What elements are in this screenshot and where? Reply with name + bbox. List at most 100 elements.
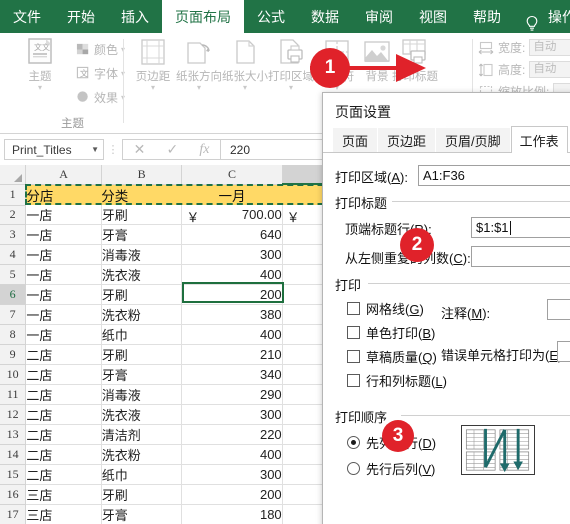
enter-icon[interactable]: ✓: [166, 141, 178, 158]
cell-a[interactable]: 二店: [25, 364, 102, 385]
row-header[interactable]: 17: [0, 504, 27, 524]
cell-c[interactable]: 400: [181, 264, 283, 285]
select-all-corner[interactable]: [0, 165, 27, 185]
name-box[interactable]: Print_Titles ▼: [4, 139, 104, 160]
row-header[interactable]: 16: [0, 484, 27, 505]
row-header[interactable]: 11: [0, 384, 27, 405]
cell-b[interactable]: 洗衣粉: [101, 304, 183, 325]
checkbox-row-col-headings[interactable]: 行和列标题(L): [347, 371, 447, 390]
row-header[interactable]: 13: [0, 424, 27, 445]
ribbon-tab-formulas[interactable]: 公式: [244, 0, 298, 33]
row-header[interactable]: 4: [0, 244, 27, 265]
column-header-c[interactable]: C: [181, 165, 283, 185]
cell-a[interactable]: 二店: [25, 344, 102, 365]
cell-c[interactable]: 200: [181, 484, 283, 505]
cell-errors-dropdown[interactable]: [557, 341, 570, 362]
chevron-down-icon[interactable]: ▾: [197, 84, 201, 92]
cell-c[interactable]: 180: [181, 504, 283, 524]
cell-c[interactable]: 300: [181, 404, 283, 425]
cell-a[interactable]: 三店: [25, 484, 102, 505]
row-header[interactable]: 5: [0, 264, 27, 285]
margins-button[interactable]: 页边距 ▾: [130, 37, 176, 92]
theme-effects-button[interactable]: 效果 ▾: [76, 89, 125, 106]
cell-b[interactable]: 洗衣液: [101, 264, 183, 285]
cell-a[interactable]: 一店: [25, 244, 102, 265]
cell-b[interactable]: 清洁剂: [101, 424, 183, 445]
cell-a[interactable]: 三店: [25, 504, 102, 524]
cell-c[interactable]: 400: [181, 444, 283, 465]
page-setup-dialog[interactable]: 页面设置 页面 页边距 页眉/页脚 工作表 打印区域(A): A1:F36 打印…: [322, 92, 570, 524]
ribbon-tab-page-layout[interactable]: 页面布局: [162, 0, 244, 33]
tell-me-label[interactable]: 操作说明: [546, 0, 570, 33]
fit-width-row[interactable]: 宽度: 自动: [478, 39, 570, 56]
row-header[interactable]: 12: [0, 404, 27, 425]
cell-a1[interactable]: 分店: [25, 184, 102, 205]
cell-b1[interactable]: 分类: [101, 184, 182, 205]
ribbon-tab-view[interactable]: 视图: [406, 0, 460, 33]
tell-me-bulb[interactable]: [514, 15, 546, 33]
cell-c[interactable]: 300: [181, 244, 283, 265]
checkbox-icon[interactable]: [347, 326, 360, 339]
cell-a[interactable]: 一店: [25, 304, 102, 325]
ribbon-tab-data[interactable]: 数据: [298, 0, 352, 33]
cell-b[interactable]: 洗衣粉: [101, 444, 183, 465]
dialog-tab-margins[interactable]: 页边距: [378, 128, 436, 152]
cell-c[interactable]: 380: [181, 304, 283, 325]
cell-a[interactable]: 一店: [25, 224, 102, 245]
chevron-down-icon[interactable]: ▼: [91, 145, 99, 154]
cell-a[interactable]: 一店: [25, 284, 102, 305]
row-header[interactable]: 3: [0, 224, 27, 245]
row-header[interactable]: 10: [0, 364, 27, 385]
cell-c[interactable]: 210: [181, 344, 283, 365]
cell-a[interactable]: 一店: [25, 264, 102, 285]
row-header[interactable]: 15: [0, 464, 27, 485]
cell-a[interactable]: 二店: [25, 404, 102, 425]
themes-button[interactable]: 文 文 主题 ▾: [14, 37, 66, 92]
cell-c[interactable]: 340: [181, 364, 283, 385]
size-button[interactable]: 纸张大小 ▾: [222, 37, 268, 92]
formula-bar-grip[interactable]: ⋮: [104, 143, 122, 156]
cell-c[interactable]: 300: [181, 464, 283, 485]
cell-a[interactable]: 二店: [25, 424, 102, 445]
cell-b[interactable]: 纸巾: [101, 464, 183, 485]
radio-over-then-down[interactable]: 先行后列(V): [347, 459, 435, 478]
row-header[interactable]: 14: [0, 444, 27, 465]
row-header[interactable]: 8: [0, 324, 27, 345]
cell-a[interactable]: 二店: [25, 384, 102, 405]
cell-b[interactable]: 牙刷: [101, 344, 183, 365]
top-rows-input[interactable]: $1:$1: [471, 217, 570, 238]
row-header[interactable]: 9: [0, 344, 27, 365]
cell-c[interactable]: 200: [181, 284, 283, 305]
fit-height-value[interactable]: 自动: [529, 61, 570, 78]
fit-width-value[interactable]: 自动: [529, 39, 570, 56]
checkbox-icon[interactable]: [347, 374, 360, 387]
cell-b[interactable]: 洗衣液: [101, 404, 183, 425]
cell-b[interactable]: 牙刷: [101, 205, 183, 225]
checkbox-draft-quality[interactable]: 草稿质量(Q): [347, 347, 437, 366]
cell-b[interactable]: 消毒液: [101, 384, 183, 405]
cell-c1[interactable]: 一月: [181, 184, 283, 205]
cell-b[interactable]: 牙刷: [101, 484, 183, 505]
theme-fonts-button[interactable]: 文 字体 ▾: [76, 65, 125, 82]
cell-c[interactable]: 400: [181, 324, 283, 345]
column-header-b[interactable]: B: [101, 165, 183, 185]
cell-b[interactable]: 牙膏: [101, 364, 183, 385]
cell-c[interactable]: 290: [181, 384, 283, 405]
ribbon-tab-help[interactable]: 帮助: [460, 0, 514, 33]
cell-b[interactable]: 牙膏: [101, 224, 183, 245]
chevron-down-icon[interactable]: ▾: [243, 84, 247, 92]
ribbon-tab-insert[interactable]: 插入: [108, 0, 162, 33]
dialog-tab-sheet[interactable]: 工作表: [510, 126, 568, 153]
checkbox-icon[interactable]: [347, 350, 360, 363]
comments-dropdown[interactable]: [547, 299, 570, 320]
cell-b[interactable]: 消毒液: [101, 244, 183, 265]
chevron-down-icon[interactable]: ▾: [38, 84, 42, 92]
row-header-selected[interactable]: 6: [0, 284, 27, 305]
cell-b[interactable]: 牙膏: [101, 504, 183, 524]
column-header-a[interactable]: A: [25, 165, 102, 185]
print-area-input[interactable]: A1:F36: [418, 165, 570, 186]
row-header[interactable]: 7: [0, 304, 27, 325]
left-cols-input[interactable]: [471, 246, 570, 267]
orientation-button[interactable]: 纸张方向 ▾: [176, 37, 222, 92]
cell-c[interactable]: ￥ 700.00: [181, 205, 283, 225]
